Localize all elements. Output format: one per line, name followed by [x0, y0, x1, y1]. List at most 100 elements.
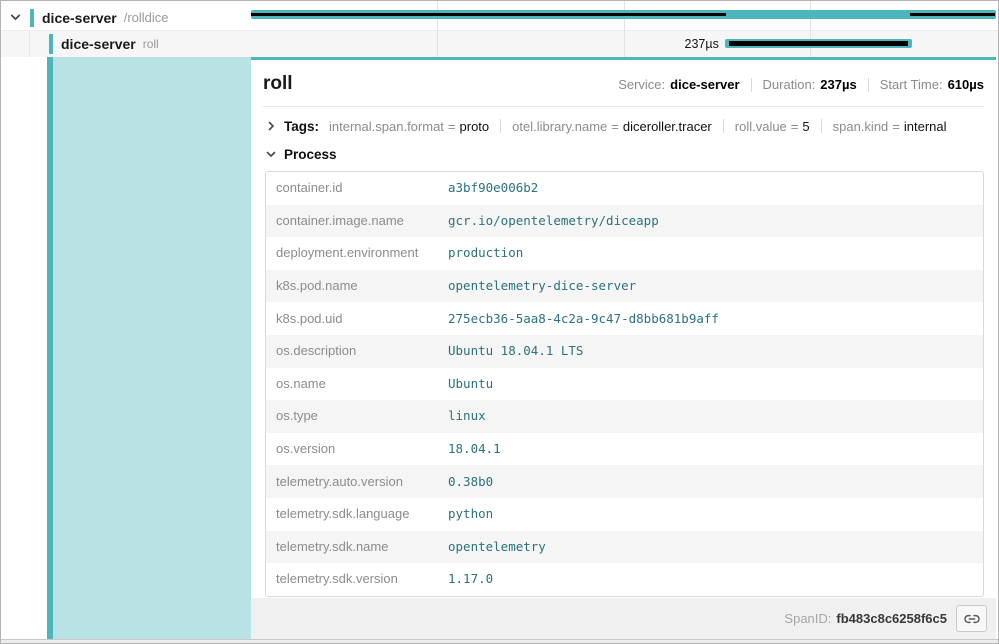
detail-footer: SpanID: fb483c8c6258f6c5 — [251, 598, 996, 639]
trace-row-parent[interactable]: dice-server /rolldice — [1, 5, 251, 30]
spanid-value: fb483c8c6258f6c5 — [836, 611, 947, 626]
chevron-down-icon[interactable] — [9, 11, 22, 24]
row-value: Ubuntu 18.04.1 LTS — [448, 343, 583, 359]
detail-meta: Service: dice-server Duration: 237µs Sta… — [618, 77, 984, 92]
tag-value: internal — [904, 119, 947, 134]
header-divider — [263, 106, 984, 107]
detail-header: roll Service: dice-server Duration: 237µ… — [263, 60, 984, 96]
chevron-down-icon — [265, 148, 277, 160]
row-value: python — [448, 506, 493, 522]
tag-item: otel.library.name = diceroller.tracer — [512, 119, 712, 134]
row-value: production — [448, 245, 523, 261]
span-title: roll — [263, 72, 293, 96]
tag-item: internal.span.format = proto — [329, 119, 489, 134]
row-key: telemetry.sdk.name — [276, 539, 448, 555]
row-key: k8s.pod.uid — [276, 311, 448, 327]
row-key: deployment.environment — [276, 245, 448, 261]
table-row: os.typelinux — [266, 400, 983, 433]
tag-equals: = — [791, 119, 799, 134]
trace-detail-window: 237µs dice-server /rolldice dice-server … — [0, 0, 999, 644]
table-row: os.descriptionUbuntu 18.04.1 LTS — [266, 335, 983, 368]
tag-summary: internal.span.format = proto otel.library.… — [329, 119, 947, 134]
start-time-value: 610µs — [948, 77, 984, 92]
tags-label: Tags: — [284, 119, 319, 134]
process-section-toggle[interactable]: Process — [263, 143, 984, 165]
row-value: gcr.io/opentelemetry/diceapp — [448, 213, 659, 229]
row-value: a3bf90e006b2 — [448, 180, 538, 196]
tag-equals: = — [448, 119, 456, 134]
row-key: os.type — [276, 408, 448, 424]
process-table: container.ida3bf90e006b2 container.image… — [265, 171, 984, 597]
table-row: os.nameUbuntu — [266, 368, 983, 401]
chevron-right-icon — [265, 120, 277, 132]
divider — [821, 119, 822, 133]
duration-label: Duration: — [763, 77, 816, 92]
trace-row-child[interactable]: dice-server roll — [1, 31, 251, 57]
row-key: os.version — [276, 441, 448, 457]
tag-key: span.kind — [833, 119, 889, 134]
start-time-label: Start Time: — [880, 77, 943, 92]
bottom-strip — [1, 639, 998, 644]
row-key: os.description — [276, 343, 448, 359]
critical-path-segment — [729, 41, 908, 46]
tags-section-toggle[interactable]: Tags: internal.span.format = proto otel.li… — [263, 115, 984, 137]
span-color-bar — [49, 34, 53, 54]
critical-path-segment — [910, 13, 995, 16]
row-value: 1.17.0 — [448, 571, 493, 587]
timeline-ruler: 237µs — [251, 1, 996, 57]
row-value: 18.04.1 — [448, 441, 501, 457]
tag-value: proto — [460, 119, 490, 134]
table-row: telemetry.auto.version0.38b0 — [266, 465, 983, 498]
tag-equals: = — [611, 119, 619, 134]
span-duration-label: 237µs — [685, 37, 725, 51]
parent-span-bar[interactable] — [251, 10, 996, 19]
row-value: Ubuntu — [448, 376, 493, 392]
table-row: telemetry.sdk.nameopentelemetry — [266, 531, 983, 564]
table-row: k8s.pod.uid275ecb36-5aa8-4c2a-9c47-d8bb6… — [266, 302, 983, 335]
divider — [751, 78, 752, 92]
service-label: Service: — [618, 77, 665, 92]
deep-link-button[interactable] — [956, 605, 987, 632]
tag-key: internal.span.format — [329, 119, 444, 134]
divider — [723, 119, 724, 133]
table-row: telemetry.sdk.languagepython — [266, 498, 983, 531]
row-key: telemetry.sdk.version — [276, 571, 448, 587]
tag-item: roll.value =5 — [735, 119, 810, 134]
tag-item: span.kind= internal — [833, 119, 947, 134]
row-key: container.id — [276, 180, 448, 196]
span-detail-panel: roll Service: dice-server Duration: 237µ… — [251, 57, 996, 598]
row-value: opentelemetry — [448, 539, 546, 555]
row-value: 0.38b0 — [448, 474, 493, 490]
table-row: container.image.namegcr.io/opentelemetry… — [266, 205, 983, 238]
table-row: k8s.pod.nameopentelemetry-dice-server — [266, 270, 983, 303]
table-row: telemetry.sdk.version1.17.0 — [266, 563, 983, 596]
row-key: os.name — [276, 376, 448, 392]
link-icon — [964, 611, 980, 627]
table-row: container.ida3bf90e006b2 — [266, 172, 983, 205]
row-value: 275ecb36-5aa8-4c2a-9c47-d8bb681b9aff — [448, 311, 719, 327]
child-span-bar[interactable] — [725, 39, 912, 48]
operation-name: roll — [143, 37, 159, 51]
table-row: deployment.environmentproduction — [266, 237, 983, 270]
row-value: linux — [448, 408, 486, 424]
row-key: telemetry.auto.version — [276, 474, 448, 490]
divider — [868, 78, 869, 92]
tag-key: otel.library.name — [512, 119, 607, 134]
tag-value: diceroller.tracer — [623, 119, 712, 134]
process-label: Process — [284, 147, 337, 162]
tag-value: 5 — [802, 119, 809, 134]
tag-equals: = — [892, 119, 900, 134]
row-key: k8s.pod.name — [276, 278, 448, 294]
tag-key: roll.value — [735, 119, 787, 134]
row-key: container.image.name — [276, 213, 448, 229]
service-name: dice-server — [61, 36, 136, 52]
operation-name: /rolldice — [124, 10, 169, 25]
spanid-label: SpanID: — [784, 611, 831, 626]
divider — [500, 119, 501, 133]
span-color-bar — [30, 9, 34, 27]
duration-value: 237µs — [820, 77, 856, 92]
span-color-fill — [53, 57, 251, 639]
service-name: dice-server — [42, 10, 117, 26]
service-value: dice-server — [670, 77, 739, 92]
row-value: opentelemetry-dice-server — [448, 278, 636, 294]
